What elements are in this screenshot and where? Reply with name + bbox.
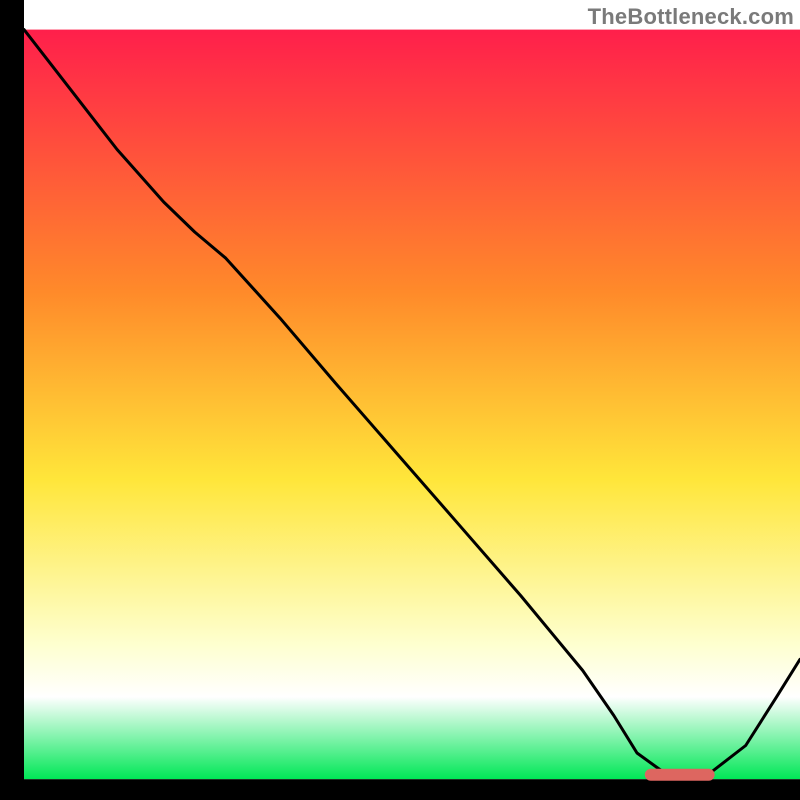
plot-background <box>24 30 800 780</box>
axis-left <box>0 0 24 800</box>
watermark-text: TheBottleneck.com <box>588 4 794 30</box>
axis-bottom <box>0 779 800 800</box>
bottleneck-chart <box>0 0 800 800</box>
optimal-range-marker <box>645 769 715 781</box>
